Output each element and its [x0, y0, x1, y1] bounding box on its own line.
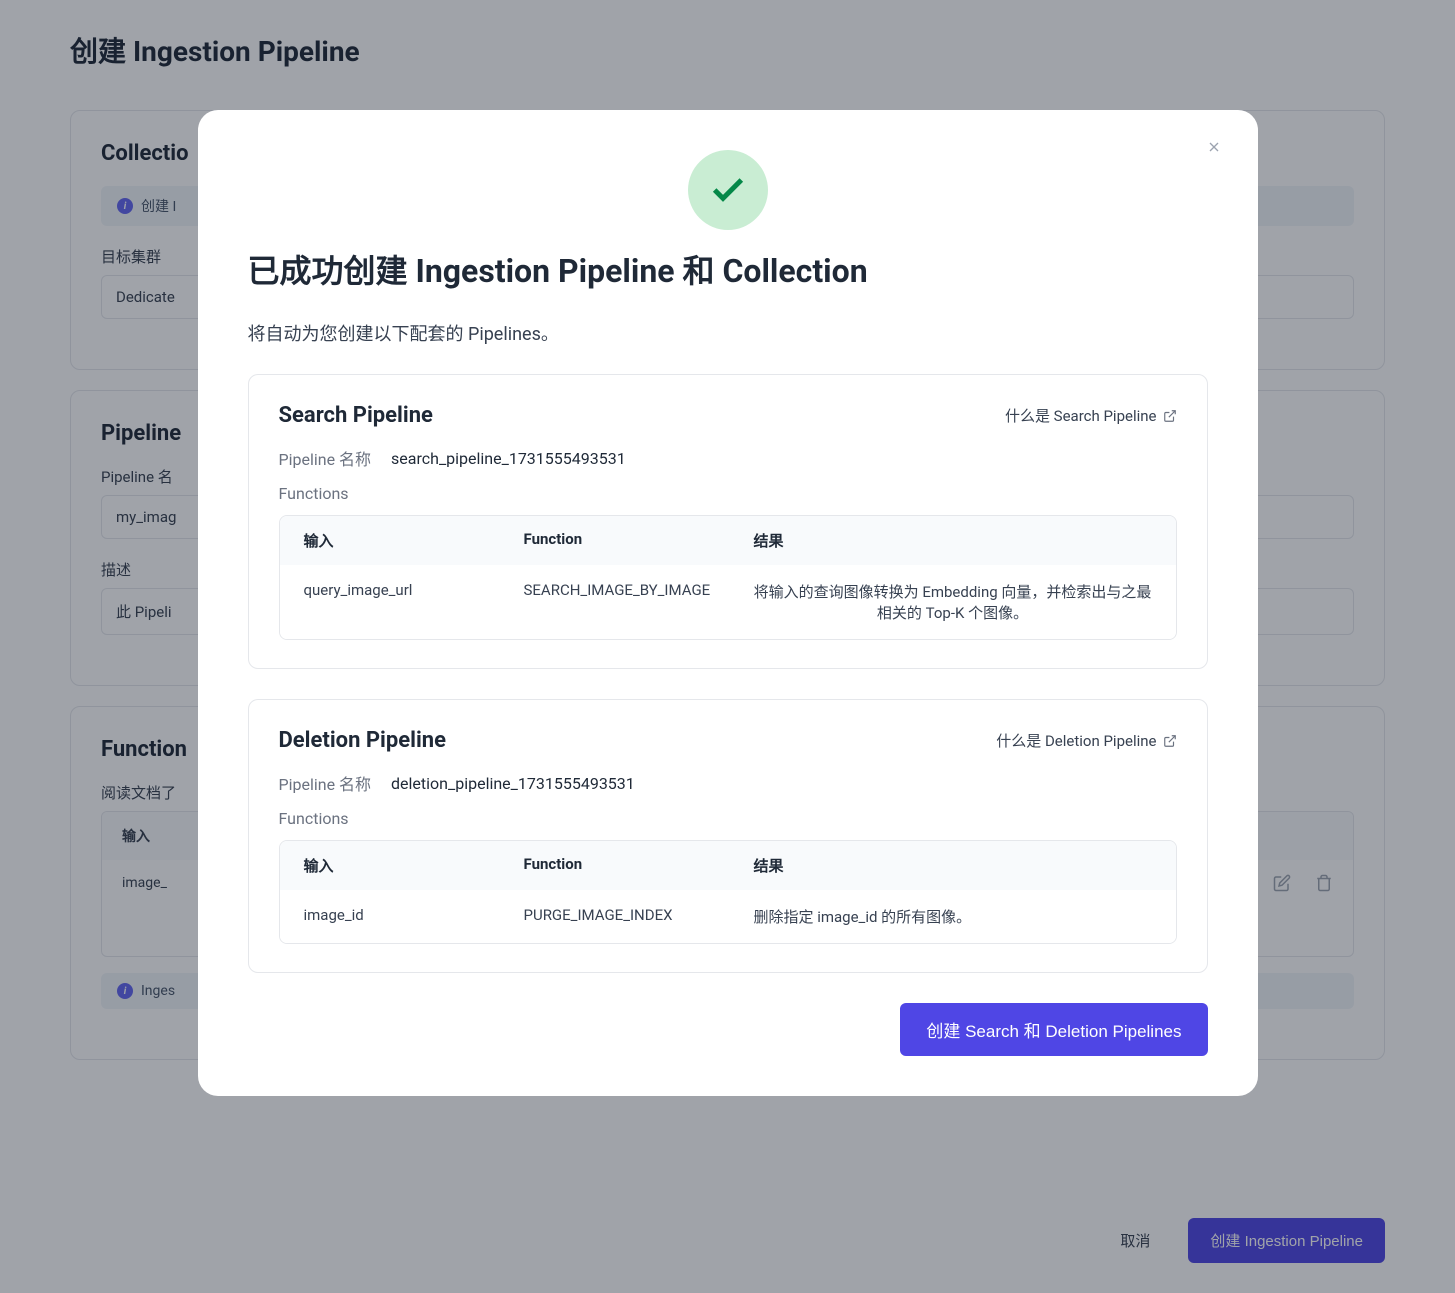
deletion-header-input: 输入 — [304, 855, 524, 876]
modal-footer: 创建 Search 和 Deletion Pipelines — [248, 1003, 1208, 1056]
deletion-row-input: image_id — [304, 906, 524, 924]
check-icon — [708, 170, 748, 210]
deletion-header-result: 结果 — [754, 855, 1152, 876]
deletion-func-row: image_id PURGE_IMAGE_INDEX 删除指定 image_id… — [280, 890, 1176, 943]
deletion-func-table: 输入 Function 结果 image_id PURGE_IMAGE_INDE… — [279, 840, 1177, 944]
whatis-deletion-text: 什么是 Deletion Pipeline — [996, 730, 1156, 751]
external-link-icon — [1163, 409, 1177, 423]
search-pipeline-title: Search Pipeline — [279, 403, 433, 428]
search-name-label: Pipeline 名称 — [279, 446, 372, 470]
deletion-name-value: deletion_pipeline_1731555493531 — [391, 774, 635, 793]
whatis-deletion-link[interactable]: 什么是 Deletion Pipeline — [996, 730, 1176, 751]
deletion-name-row: Pipeline 名称 deletion_pipeline_1731555493… — [279, 771, 1177, 795]
deletion-pipeline-header: Deletion Pipeline 什么是 Deletion Pipeline — [279, 728, 1177, 753]
search-row-function: SEARCH_IMAGE_BY_IMAGE — [524, 581, 754, 599]
search-row-input: query_image_url — [304, 581, 524, 599]
search-pipeline-card: Search Pipeline 什么是 Search Pipeline Pipe… — [248, 374, 1208, 669]
search-name-value: search_pipeline_1731555493531 — [391, 449, 626, 468]
search-func-table: 输入 Function 结果 query_image_url SEARCH_IM… — [279, 515, 1177, 640]
search-func-header: 输入 Function 结果 — [280, 516, 1176, 565]
modal-title: 已成功创建 Ingestion Pipeline 和 Collection — [248, 246, 1208, 292]
modal-subtitle: 将自动为您创建以下配套的 Pipelines。 — [248, 320, 1208, 346]
search-header-result: 结果 — [754, 530, 1152, 551]
deletion-name-label: Pipeline 名称 — [279, 771, 372, 795]
search-functions-label: Functions — [279, 484, 1177, 503]
deletion-pipeline-title: Deletion Pipeline — [279, 728, 446, 753]
deletion-functions-label: Functions — [279, 809, 1177, 828]
close-button[interactable] — [1206, 138, 1222, 161]
search-name-row: Pipeline 名称 search_pipeline_173155549353… — [279, 446, 1177, 470]
search-row-result: 将输入的查询图像转换为 Embedding 向量，并检索出与之最相关的 Top-… — [754, 581, 1152, 623]
deletion-row-result: 删除指定 image_id 的所有图像。 — [754, 906, 1152, 927]
search-header-function: Function — [524, 530, 754, 551]
deletion-func-header: 输入 Function 结果 — [280, 841, 1176, 890]
modal: 已成功创建 Ingestion Pipeline 和 Collection 将自… — [198, 110, 1258, 1096]
deletion-pipeline-card: Deletion Pipeline 什么是 Deletion Pipeline … — [248, 699, 1208, 973]
modal-overlay[interactable]: 已成功创建 Ingestion Pipeline 和 Collection 将自… — [0, 0, 1455, 1293]
external-link-icon — [1163, 734, 1177, 748]
whatis-search-text: 什么是 Search Pipeline — [1005, 405, 1157, 426]
search-func-row: query_image_url SEARCH_IMAGE_BY_IMAGE 将输… — [280, 565, 1176, 639]
search-header-input: 输入 — [304, 530, 524, 551]
whatis-search-link[interactable]: 什么是 Search Pipeline — [1005, 405, 1177, 426]
deletion-row-function: PURGE_IMAGE_INDEX — [524, 906, 754, 924]
create-pipelines-button[interactable]: 创建 Search 和 Deletion Pipelines — [900, 1003, 1207, 1056]
search-pipeline-header: Search Pipeline 什么是 Search Pipeline — [279, 403, 1177, 428]
deletion-header-function: Function — [524, 855, 754, 876]
success-icon — [688, 150, 768, 230]
